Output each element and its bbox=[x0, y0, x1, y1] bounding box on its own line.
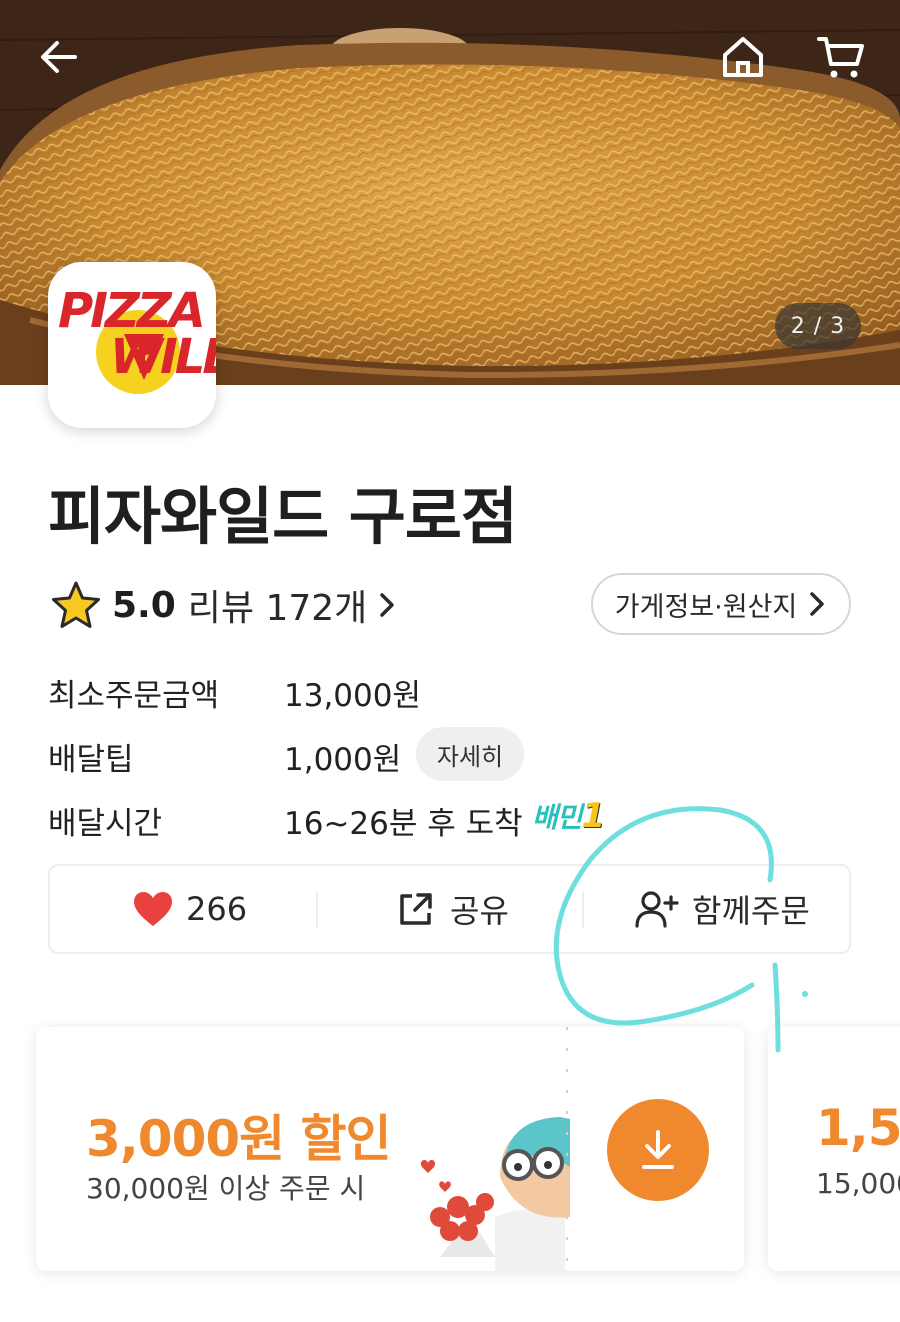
coupon-perforation bbox=[566, 1027, 568, 1271]
divider bbox=[582, 892, 584, 928]
back-button[interactable] bbox=[24, 22, 94, 92]
cart-button[interactable] bbox=[806, 22, 876, 92]
delivery-time-label: 배달시간 bbox=[48, 806, 163, 842]
cart-icon bbox=[817, 37, 864, 78]
min-order-value: 13,000원 bbox=[284, 678, 421, 714]
share-button[interactable]: 공유 bbox=[398, 866, 509, 952]
coupon-amount: 3,000원 할인 bbox=[86, 1110, 392, 1168]
like-button[interactable]: 266 bbox=[132, 866, 247, 952]
chevron-right-icon bbox=[810, 592, 824, 616]
baemin-one-badge: 배민1 bbox=[532, 796, 605, 836]
logo-text: PIZZA WILD bbox=[58, 283, 216, 385]
rating-value: 5.0 bbox=[112, 584, 176, 626]
image-page-indicator: 2 / 3 bbox=[775, 303, 861, 349]
chevron-right-icon bbox=[380, 593, 395, 617]
add-person-icon bbox=[635, 891, 679, 928]
delivery-tip-label: 배달팁 bbox=[48, 742, 134, 778]
share-icon bbox=[400, 893, 432, 925]
coupon-card[interactable]: 1,50 15,000 bbox=[768, 1027, 900, 1271]
coupon-condition: 30,000원 이상 주문 시 bbox=[86, 1172, 366, 1205]
store-info-label: 가게정보·원산지 bbox=[614, 591, 798, 623]
like-count: 266 bbox=[186, 890, 248, 928]
heart-icon bbox=[134, 892, 172, 926]
group-order-label: 함께주문 bbox=[692, 892, 810, 930]
group-order-button[interactable]: 함께주문 bbox=[634, 866, 810, 952]
delivery-tip-detail-button[interactable]: 자세히 bbox=[416, 727, 524, 781]
store-name: 피자와일드 구로점 bbox=[48, 480, 518, 553]
min-order-label: 최소주문금액 bbox=[48, 678, 220, 714]
coupon-card[interactable]: 3,000원 할인 30,000원 이상 주문 시 bbox=[36, 1027, 744, 1271]
share-label: 공유 bbox=[450, 892, 509, 930]
delivery-time-value: 16~26분 후 도착 bbox=[284, 806, 523, 842]
coupon-download-button[interactable] bbox=[607, 1099, 709, 1201]
coupon-amount: 1,50 bbox=[816, 1099, 900, 1157]
mascot-illustration bbox=[420, 1117, 570, 1271]
home-icon bbox=[723, 37, 763, 77]
arrow-left-icon bbox=[41, 41, 77, 73]
download-icon bbox=[642, 1130, 674, 1169]
review-count: 리뷰 172개 bbox=[187, 588, 368, 629]
action-bar: 266 공유 함께주문 bbox=[48, 864, 851, 954]
store-info-button[interactable]: 가게정보·원산지 bbox=[591, 573, 851, 635]
rating-reviews-link[interactable]: 5.0 리뷰 172개 bbox=[50, 578, 399, 632]
home-button[interactable] bbox=[708, 22, 778, 92]
coupon-condition: 15,000 bbox=[816, 1167, 900, 1200]
store-logo: PIZZA WILD bbox=[48, 262, 216, 428]
delivery-tip-value: 1,000원 bbox=[284, 742, 402, 778]
divider bbox=[316, 892, 318, 928]
star-icon bbox=[52, 581, 100, 628]
